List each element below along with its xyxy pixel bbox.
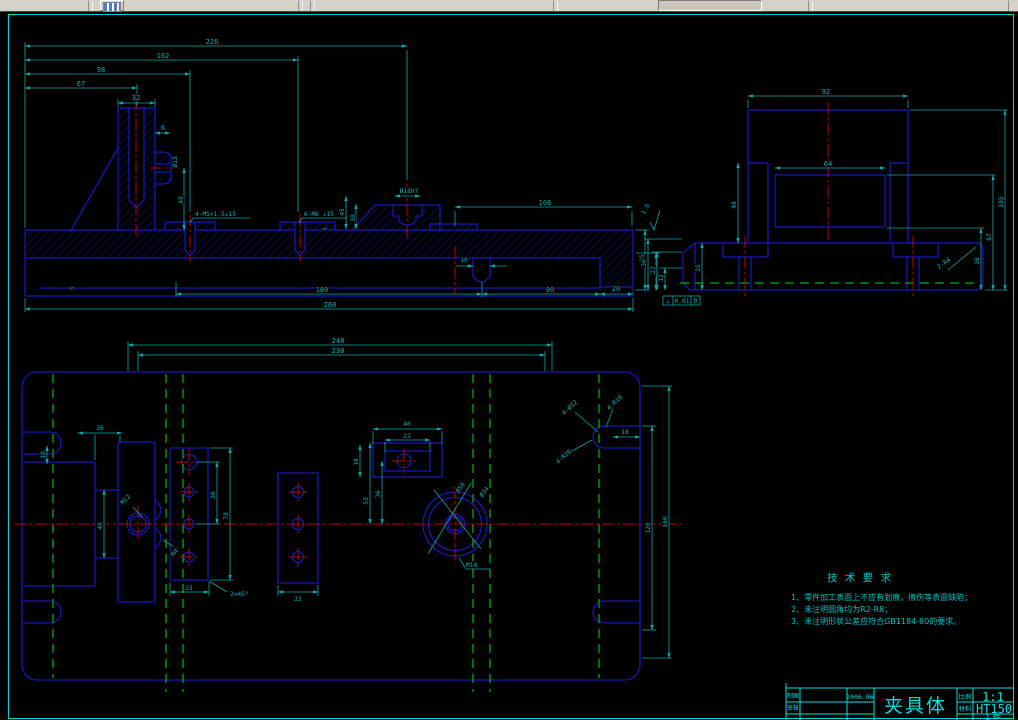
- dim-label: 22: [294, 596, 302, 603]
- dim-label: 260: [324, 301, 337, 309]
- dim-label: 22: [403, 433, 411, 440]
- dim-label: 78: [223, 512, 230, 520]
- dim-label: 49: [178, 196, 185, 204]
- tech-req-line: 2、未注明圆角均为R2-R8；: [791, 604, 892, 614]
- dim-label: 160: [662, 516, 669, 527]
- quantity-value: 1 件: [985, 712, 1001, 720]
- title-block-label: 比例: [959, 693, 972, 701]
- dim-label: 248: [332, 337, 345, 345]
- toolbar-separator: [1008, 1, 1009, 11]
- dim-label: 92: [822, 88, 830, 96]
- tech-req-line: 1、零件加工表面上不应有划痕，擦伤等表面缺陷；: [791, 592, 972, 602]
- toolbar: [0, 0, 1018, 12]
- dim-label: 36: [375, 490, 382, 498]
- dim-label: 40: [403, 421, 411, 428]
- dim-label: 26: [96, 425, 104, 432]
- dim-label: 36: [974, 257, 981, 265]
- dim-label: 22: [650, 266, 657, 274]
- cad-canvas[interactable]: 226 162 98 67 32 6 Ø13 49 4-M5×1.5↓15 6-…: [0, 12, 1018, 720]
- toolbar-separator: [88, 1, 89, 11]
- dim-label: 162: [157, 52, 170, 60]
- svg-text:⊥: ⊥: [666, 298, 670, 305]
- toolbar-separator: [302, 1, 303, 11]
- toolbar-separator: [310, 1, 311, 11]
- dim-label: 18: [353, 458, 360, 466]
- dim-label: 45: [339, 208, 346, 216]
- dim-label: 6: [161, 124, 165, 132]
- toolbar-combobox[interactable]: [658, 0, 762, 11]
- thread-note: M14: [466, 562, 477, 569]
- dim-label: 53: [363, 497, 370, 505]
- toolbar-separator: [557, 1, 558, 11]
- tech-req-title: 技 术 要 求: [827, 571, 893, 584]
- toolbar-separator: [553, 1, 554, 11]
- dim-label: 30: [641, 259, 648, 267]
- svg-text:0.01: 0.01: [675, 298, 690, 305]
- title-block-date: 2006.06: [846, 693, 873, 701]
- dim-label: 105: [998, 196, 1005, 207]
- toolbar-separator: [808, 1, 809, 11]
- toolbar-separator: [298, 1, 299, 11]
- dim-label: 32: [132, 94, 140, 102]
- dim-label: 5: [69, 286, 76, 290]
- dim-label: Ø13: [171, 156, 179, 167]
- dim-label: 67: [986, 233, 993, 241]
- dim-label: 64: [824, 160, 832, 168]
- toolbar-separator: [314, 1, 315, 11]
- tech-req-line: 3、未注明形状公差应符合GB1184-80的要求。: [791, 616, 961, 626]
- dim-label: 30: [350, 214, 357, 222]
- dim-label: 67: [77, 80, 85, 88]
- part-title: 夹具体: [884, 695, 947, 717]
- dim-label: 12: [658, 274, 665, 282]
- dim-label: 180: [316, 286, 329, 294]
- tolerance-frame: ⊥ 0.01 D: [662, 295, 701, 306]
- dim-label: 106: [539, 199, 552, 207]
- thread-note: 4-M5×1.5↓15: [195, 211, 236, 218]
- svg-text:D: D: [694, 298, 698, 305]
- dim-label: 90: [546, 286, 554, 294]
- title-block-label: 制图: [787, 692, 799, 700]
- title-block-label: 材料: [959, 705, 972, 713]
- dim-label: 25: [695, 264, 702, 272]
- dim-label: Ø18H7: [400, 187, 419, 195]
- dim-label: 40: [97, 522, 104, 530]
- thread-note: 6-M6 ↓15: [304, 211, 334, 218]
- dim-label: 23: [185, 585, 193, 592]
- dim-label: 10: [40, 451, 47, 459]
- dim-label: 98: [97, 66, 105, 74]
- chamfer-note: 2×45°: [230, 590, 249, 598]
- dim-label: 238: [332, 347, 345, 355]
- dim-label: 5: [322, 227, 329, 231]
- toolbar-separator: [812, 1, 813, 11]
- dim-label: 10: [460, 257, 468, 264]
- title-block-label: 审核: [787, 704, 799, 712]
- dim-label: 20: [612, 285, 620, 293]
- dim-label: 120: [645, 522, 652, 533]
- dim-label: 18: [621, 429, 629, 436]
- toolbar-button-table[interactable]: [100, 0, 124, 12]
- dim-label: 36: [210, 491, 217, 499]
- toolbar-separator: [92, 1, 93, 11]
- dim-label: 226: [206, 38, 219, 46]
- dim-label: 48: [731, 201, 738, 209]
- table-icon: [103, 2, 121, 12]
